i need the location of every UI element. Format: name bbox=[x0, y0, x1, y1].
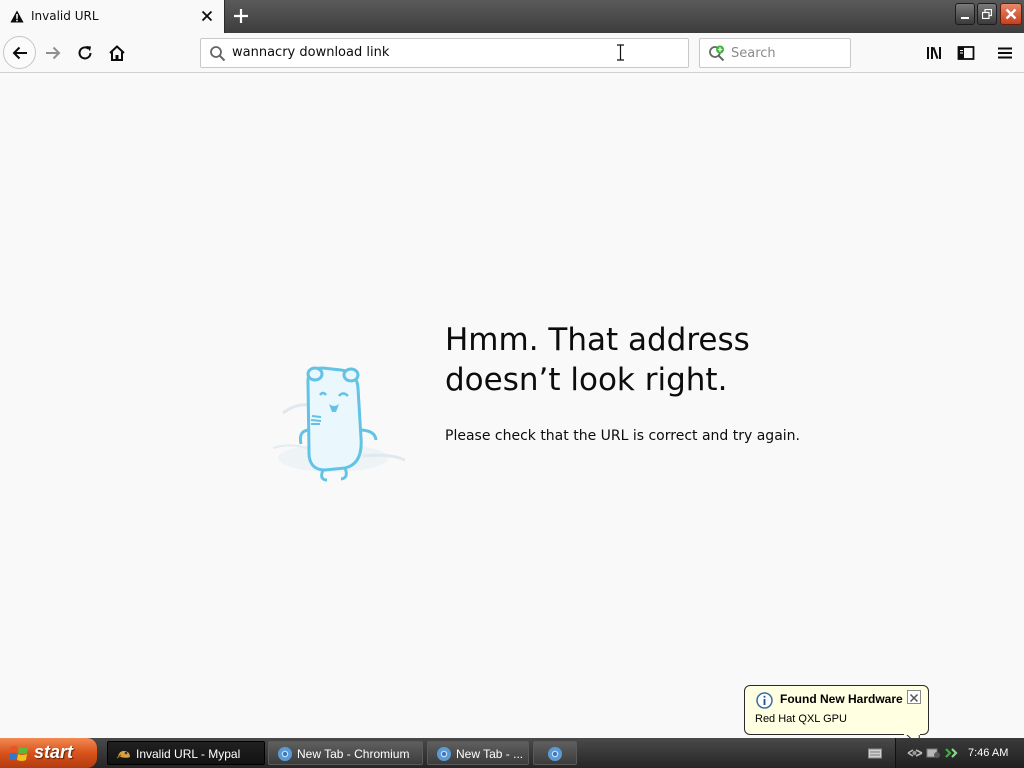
chromium-icon bbox=[548, 747, 562, 761]
close-icon[interactable] bbox=[200, 9, 214, 23]
clock: 7:46 AM bbox=[968, 747, 1009, 759]
home-icon[interactable] bbox=[108, 44, 126, 62]
notification-text: Red Hat QXL GPU bbox=[755, 713, 847, 725]
page-content: Hmm. That address doesn’t look right. Pl… bbox=[0, 73, 1024, 738]
taskbar-item-mypal[interactable]: Invalid URL - Mypal bbox=[107, 741, 265, 765]
back-arrow-icon bbox=[12, 46, 27, 60]
search-engine-icon bbox=[709, 45, 725, 62]
sidebar-icon[interactable] bbox=[957, 44, 975, 62]
chromium-icon bbox=[278, 747, 292, 761]
windows-logo-icon bbox=[9, 746, 28, 761]
error-title: Hmm. That address doesn’t look right. bbox=[445, 322, 750, 398]
tab-strip: Invalid URL bbox=[0, 0, 1024, 33]
navigation-toolbar: wannacry download link Search bbox=[0, 33, 1024, 73]
taskbar-item-label: New Tab - ... bbox=[456, 747, 524, 761]
chromium-icon bbox=[437, 747, 451, 761]
reload-icon[interactable] bbox=[76, 44, 94, 62]
close-icon bbox=[1005, 8, 1017, 20]
library-icon[interactable] bbox=[925, 44, 943, 62]
taskbar: start Invalid URL - Mypal New Tab - Chro… bbox=[0, 738, 1024, 768]
keyboard-icon[interactable] bbox=[868, 747, 882, 759]
notification-title: Found New Hardware bbox=[780, 692, 903, 706]
network-icon[interactable] bbox=[907, 746, 923, 760]
search-input[interactable]: Search bbox=[731, 46, 776, 61]
text-cursor-icon bbox=[617, 44, 624, 61]
search-bar[interactable]: Search bbox=[699, 38, 851, 68]
taskbar-item-label: Invalid URL - Mypal bbox=[136, 747, 241, 761]
notification-close-button[interactable] bbox=[907, 690, 921, 704]
taskbar-item-chromium-2[interactable]: New Tab - ... bbox=[427, 741, 529, 765]
dinosaur-mascot-illustration bbox=[272, 366, 406, 482]
url-input[interactable]: wannacry download link bbox=[232, 45, 389, 60]
start-label: start bbox=[34, 742, 74, 762]
plus-icon[interactable] bbox=[232, 7, 250, 25]
tab-title: Invalid URL bbox=[31, 9, 99, 23]
start-button[interactable]: start bbox=[0, 738, 97, 768]
url-bar[interactable]: wannacry download link bbox=[200, 38, 689, 68]
warning-icon bbox=[10, 10, 24, 23]
error-description: Please check that the URL is correct and… bbox=[445, 428, 800, 444]
minimize-button[interactable] bbox=[955, 3, 975, 25]
window-close-button[interactable] bbox=[1000, 3, 1022, 25]
system-tray: 7:46 AM bbox=[895, 738, 1024, 768]
security-icon[interactable] bbox=[943, 746, 959, 760]
minimize-icon bbox=[961, 17, 969, 19]
taskbar-item-chromium-1[interactable]: New Tab - Chromium bbox=[268, 741, 423, 765]
active-tab[interactable]: Invalid URL bbox=[0, 0, 225, 33]
close-icon bbox=[909, 693, 919, 703]
restore-icon bbox=[982, 9, 992, 19]
hardware-notification-balloon[interactable]: Found New Hardware Red Hat QXL GPU bbox=[744, 685, 929, 749]
taskbar-item-label: New Tab - Chromium bbox=[297, 747, 410, 761]
restore-button[interactable] bbox=[977, 3, 997, 25]
hamburger-menu-icon[interactable] bbox=[996, 44, 1014, 62]
back-button[interactable] bbox=[3, 36, 36, 69]
mypal-icon bbox=[116, 750, 130, 759]
hardware-icon[interactable] bbox=[925, 746, 941, 760]
taskbar-item-chromium-3[interactable] bbox=[533, 741, 577, 765]
info-icon bbox=[756, 692, 773, 709]
forward-arrow-icon[interactable] bbox=[44, 44, 62, 62]
search-icon bbox=[210, 46, 226, 62]
